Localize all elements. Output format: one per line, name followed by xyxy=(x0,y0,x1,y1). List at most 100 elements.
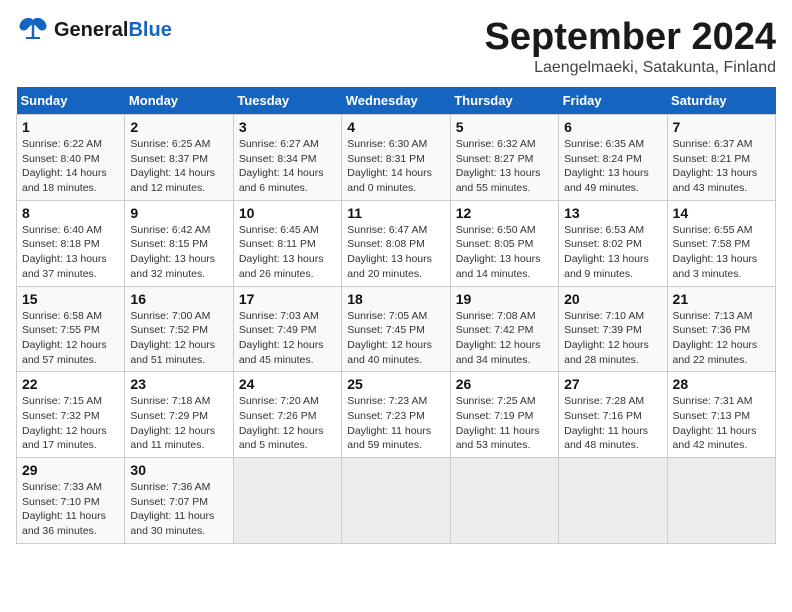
calendar-cell: 21Sunrise: 7:13 AM Sunset: 7:36 PM Dayli… xyxy=(667,286,775,372)
day-info: Sunrise: 6:37 AM Sunset: 8:21 PM Dayligh… xyxy=(673,137,770,196)
header-day-thursday: Thursday xyxy=(450,87,558,115)
day-number: 24 xyxy=(239,376,336,392)
calendar-cell xyxy=(342,458,450,544)
day-info: Sunrise: 6:53 AM Sunset: 8:02 PM Dayligh… xyxy=(564,223,661,282)
day-info: Sunrise: 7:03 AM Sunset: 7:49 PM Dayligh… xyxy=(239,309,336,368)
calendar-cell: 22 Sunrise: 7:15 AM Sunset: 7:32 PM Dayli… xyxy=(17,372,125,458)
day-info: Sunrise: 7:05 AM Sunset: 7:45 PM Dayligh… xyxy=(347,309,444,368)
day-number: 7 xyxy=(673,119,770,135)
day-info: Sunrise: 7:28 AM Sunset: 7:16 PM Dayligh… xyxy=(564,394,661,453)
calendar-cell: 28 Sunrise: 7:31 AM Sunset: 7:13 PM Dayli… xyxy=(667,372,775,458)
day-info: Sunrise: 7:31 AM Sunset: 7:13 PM Dayligh… xyxy=(673,394,770,453)
calendar-cell: 16Sunrise: 7:00 AM Sunset: 7:52 PM Dayli… xyxy=(125,286,233,372)
day-number: 10 xyxy=(239,205,336,221)
day-info: Sunrise: 6:55 AM Sunset: 7:58 PM Dayligh… xyxy=(673,223,770,282)
calendar-cell: 5 Sunrise: 6:32 AM Sunset: 8:27 PM Daylig… xyxy=(450,115,558,201)
calendar-cell: 24Sunrise: 7:20 AM Sunset: 7:26 PM Dayli… xyxy=(233,372,341,458)
calendar-header: SundayMondayTuesdayWednesdayThursdayFrid… xyxy=(17,87,776,115)
day-info: Sunrise: 6:35 AM Sunset: 8:24 PM Dayligh… xyxy=(564,137,661,196)
calendar-title: September 2024 xyxy=(485,16,777,59)
day-number: 27 xyxy=(564,376,661,392)
day-info: Sunrise: 7:10 AM Sunset: 7:39 PM Dayligh… xyxy=(564,309,661,368)
calendar-cell: 19Sunrise: 7:08 AM Sunset: 7:42 PM Dayli… xyxy=(450,286,558,372)
day-number: 1 xyxy=(22,119,119,135)
calendar-cell xyxy=(450,458,558,544)
calendar-cell xyxy=(667,458,775,544)
day-info: Sunrise: 6:30 AM Sunset: 8:31 PM Dayligh… xyxy=(347,137,444,196)
logo-blue: Blue xyxy=(128,19,171,41)
day-number: 25 xyxy=(347,376,444,392)
day-info: Sunrise: 6:47 AM Sunset: 8:08 PM Dayligh… xyxy=(347,223,444,282)
calendar-cell: 8 Sunrise: 6:40 AM Sunset: 8:18 PM Daylig… xyxy=(17,200,125,286)
day-info: Sunrise: 6:42 AM Sunset: 8:15 PM Dayligh… xyxy=(130,223,227,282)
day-number: 12 xyxy=(456,205,553,221)
header-day-tuesday: Tuesday xyxy=(233,87,341,115)
day-info: Sunrise: 6:40 AM Sunset: 8:18 PM Dayligh… xyxy=(22,223,119,282)
header-day-wednesday: Wednesday xyxy=(342,87,450,115)
day-info: Sunrise: 7:18 AM Sunset: 7:29 PM Dayligh… xyxy=(130,394,227,453)
calendar-cell: 27 Sunrise: 7:28 AM Sunset: 7:16 PM Dayli… xyxy=(559,372,667,458)
calendar-cell: 29 Sunrise: 7:33 AM Sunset: 7:10 PM Dayli… xyxy=(17,458,125,544)
calendar-cell: 2Sunrise: 6:25 AM Sunset: 8:37 PM Daylig… xyxy=(125,115,233,201)
day-number: 18 xyxy=(347,291,444,307)
day-number: 6 xyxy=(564,119,661,135)
day-number: 28 xyxy=(673,376,770,392)
day-number: 26 xyxy=(456,376,553,392)
week-row-3: 15 Sunrise: 6:58 AM Sunset: 7:55 PM Dayli… xyxy=(17,286,776,372)
day-info: Sunrise: 6:32 AM Sunset: 8:27 PM Dayligh… xyxy=(456,137,553,196)
title-area: September 2024 Laengelmaeki, Satakunta, … xyxy=(485,16,777,77)
logo-bird-icon xyxy=(16,16,50,44)
day-number: 16 xyxy=(130,291,227,307)
header-day-sunday: Sunday xyxy=(17,87,125,115)
week-row-2: 8 Sunrise: 6:40 AM Sunset: 8:18 PM Daylig… xyxy=(17,200,776,286)
week-row-5: 29 Sunrise: 7:33 AM Sunset: 7:10 PM Dayli… xyxy=(17,458,776,544)
logo: GeneralBlue xyxy=(16,16,172,44)
day-number: 20 xyxy=(564,291,661,307)
day-info: Sunrise: 6:22 AM Sunset: 8:40 PM Dayligh… xyxy=(22,137,119,196)
day-info: Sunrise: 7:23 AM Sunset: 7:23 PM Dayligh… xyxy=(347,394,444,453)
header-day-monday: Monday xyxy=(125,87,233,115)
calendar-cell: 9Sunrise: 6:42 AM Sunset: 8:15 PM Daylig… xyxy=(125,200,233,286)
calendar-cell: 4 Sunrise: 6:30 AM Sunset: 8:31 PM Daylig… xyxy=(342,115,450,201)
day-info: Sunrise: 7:13 AM Sunset: 7:36 PM Dayligh… xyxy=(673,309,770,368)
day-number: 29 xyxy=(22,462,119,478)
calendar-cell: 7 Sunrise: 6:37 AM Sunset: 8:21 PM Daylig… xyxy=(667,115,775,201)
day-number: 3 xyxy=(239,119,336,135)
calendar-table: SundayMondayTuesdayWednesdayThursdayFrid… xyxy=(16,87,776,544)
day-info: Sunrise: 7:15 AM Sunset: 7:32 PM Dayligh… xyxy=(22,394,119,453)
calendar-cell: 6 Sunrise: 6:35 AM Sunset: 8:24 PM Daylig… xyxy=(559,115,667,201)
calendar-body: 1 Sunrise: 6:22 AM Sunset: 8:40 PM Daylig… xyxy=(17,115,776,544)
day-number: 2 xyxy=(130,119,227,135)
calendar-cell: 20 Sunrise: 7:10 AM Sunset: 7:39 PM Dayli… xyxy=(559,286,667,372)
day-number: 13 xyxy=(564,205,661,221)
day-number: 19 xyxy=(456,291,553,307)
calendar-cell: 30Sunrise: 7:36 AM Sunset: 7:07 PM Dayli… xyxy=(125,458,233,544)
day-number: 22 xyxy=(22,376,119,392)
header-day-saturday: Saturday xyxy=(667,87,775,115)
week-row-1: 1 Sunrise: 6:22 AM Sunset: 8:40 PM Daylig… xyxy=(17,115,776,201)
day-info: Sunrise: 7:33 AM Sunset: 7:10 PM Dayligh… xyxy=(22,480,119,539)
calendar-cell: 17Sunrise: 7:03 AM Sunset: 7:49 PM Dayli… xyxy=(233,286,341,372)
calendar-cell xyxy=(559,458,667,544)
header-day-friday: Friday xyxy=(559,87,667,115)
day-info: Sunrise: 7:25 AM Sunset: 7:19 PM Dayligh… xyxy=(456,394,553,453)
week-row-4: 22 Sunrise: 7:15 AM Sunset: 7:32 PM Dayli… xyxy=(17,372,776,458)
calendar-cell: 15 Sunrise: 6:58 AM Sunset: 7:55 PM Dayli… xyxy=(17,286,125,372)
day-info: Sunrise: 6:27 AM Sunset: 8:34 PM Dayligh… xyxy=(239,137,336,196)
day-info: Sunrise: 6:45 AM Sunset: 8:11 PM Dayligh… xyxy=(239,223,336,282)
calendar-cell: 12 Sunrise: 6:50 AM Sunset: 8:05 PM Dayli… xyxy=(450,200,558,286)
day-info: Sunrise: 6:58 AM Sunset: 7:55 PM Dayligh… xyxy=(22,309,119,368)
day-number: 15 xyxy=(22,291,119,307)
day-info: Sunrise: 6:50 AM Sunset: 8:05 PM Dayligh… xyxy=(456,223,553,282)
calendar-subtitle: Laengelmaeki, Satakunta, Finland xyxy=(485,59,777,77)
calendar-cell: 11 Sunrise: 6:47 AM Sunset: 8:08 PM Dayli… xyxy=(342,200,450,286)
calendar-cell: 1 Sunrise: 6:22 AM Sunset: 8:40 PM Daylig… xyxy=(17,115,125,201)
day-number: 11 xyxy=(347,205,444,221)
header-row: SundayMondayTuesdayWednesdayThursdayFrid… xyxy=(17,87,776,115)
header: GeneralBlue September 2024 Laengelmaeki,… xyxy=(16,16,776,77)
day-number: 8 xyxy=(22,205,119,221)
day-number: 4 xyxy=(347,119,444,135)
day-number: 5 xyxy=(456,119,553,135)
day-number: 23 xyxy=(130,376,227,392)
calendar-cell xyxy=(233,458,341,544)
